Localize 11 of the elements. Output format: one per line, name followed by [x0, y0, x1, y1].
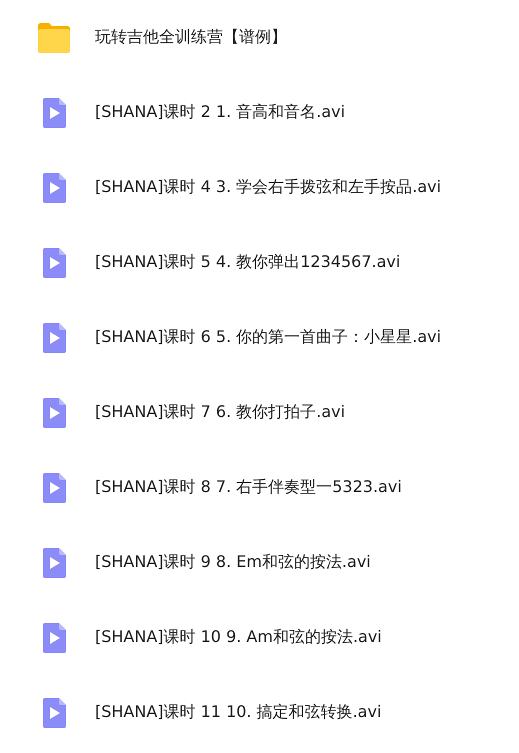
file-name[interactable]: [SHANA]课时 11 10. 搞定和弦转换.avi — [95, 702, 382, 723]
folder-icon — [36, 22, 72, 54]
file-name[interactable]: [SHANA]课时 4 3. 学会右手拨弦和左手按品.avi — [95, 177, 442, 198]
file-name[interactable]: [SHANA]课时 9 8. Em和弦的按法.avi — [95, 552, 371, 573]
file-name[interactable]: 玩转吉他全训练营【谱例】 — [95, 27, 287, 48]
file-name[interactable]: [SHANA]课时 10 9. Am和弦的按法.avi — [95, 627, 382, 648]
file-name[interactable]: [SHANA]课时 7 6. 教你打拍子.avi — [95, 402, 346, 423]
file-name[interactable]: [SHANA]课时 5 4. 教你弹出1234567.avi — [95, 252, 400, 273]
file-name[interactable]: [SHANA]课时 6 5. 你的第一首曲子：小星星.avi — [95, 327, 442, 348]
file-name[interactable]: [SHANA]课时 8 7. 右手伴奏型一5323.avi — [95, 477, 402, 498]
file-name[interactable]: [SHANA]课时 2 1. 音高和音名.avi — [95, 102, 346, 123]
